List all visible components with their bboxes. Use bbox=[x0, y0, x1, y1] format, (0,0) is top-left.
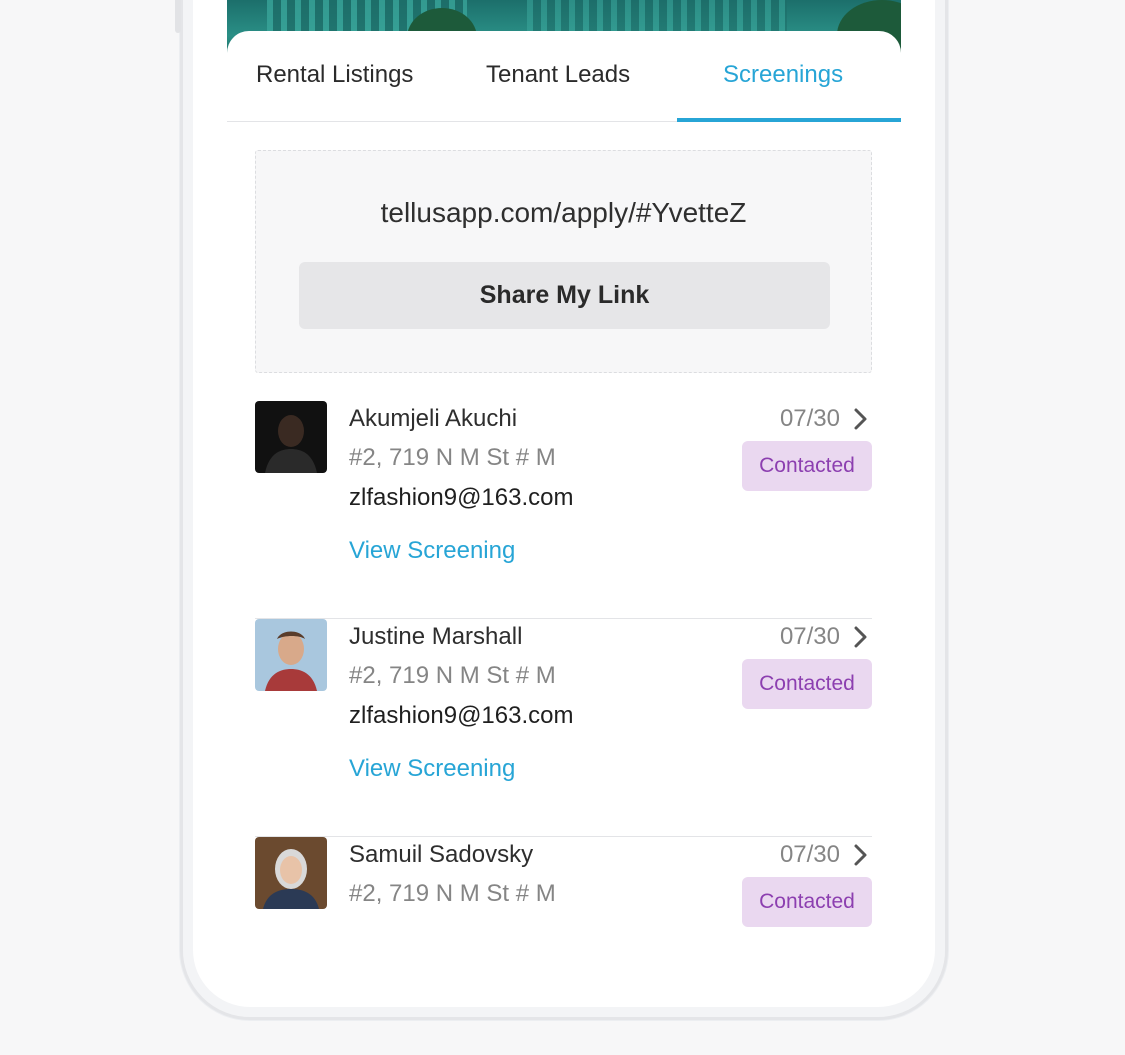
applicant-address: #2, 719 N M St # M bbox=[349, 662, 556, 689]
applicant-address: #2, 719 N M St # M bbox=[349, 444, 556, 471]
phone-side-button bbox=[175, 0, 181, 33]
view-screening-link[interactable]: View Screening bbox=[349, 755, 515, 783]
screenings-card: Rental Listings Tenant Leads Screenings … bbox=[227, 31, 901, 931]
screening-date: 07/30 bbox=[779, 623, 840, 650]
status-badge: Contacted bbox=[742, 659, 872, 709]
share-link-button[interactable]: Share My Link bbox=[299, 262, 830, 329]
screening-date: 07/30 bbox=[779, 841, 840, 868]
tab-rental-listings[interactable]: Rental Listings bbox=[256, 61, 413, 89]
applicant-name: Samuil Sadovsky bbox=[349, 841, 534, 868]
avatar bbox=[255, 401, 327, 473]
applicant-email: zlfashion9@163.com bbox=[349, 484, 574, 511]
status-badge: Contacted bbox=[742, 877, 872, 927]
list-item[interactable]: Samuil Sadovsky #2, 719 N M St # M 07/30… bbox=[255, 837, 872, 1055]
applicant-name: Akumjeli Akuchi bbox=[349, 405, 518, 432]
view-screening-link[interactable]: View Screening bbox=[349, 537, 515, 565]
application-link[interactable]: tellusapp.com/apply/#YvetteZ bbox=[256, 197, 871, 229]
chevron-right-icon[interactable] bbox=[850, 843, 870, 867]
screening-date: 07/30 bbox=[779, 405, 840, 432]
tab-bar: Rental Listings Tenant Leads Screenings bbox=[227, 31, 901, 122]
tab-screenings[interactable]: Screenings bbox=[723, 61, 843, 89]
applicant-address: #2, 719 N M St # M bbox=[349, 880, 556, 907]
avatar bbox=[255, 837, 327, 909]
tab-tenant-leads[interactable]: Tenant Leads bbox=[486, 61, 630, 89]
avatar bbox=[255, 619, 327, 691]
active-tab-indicator bbox=[677, 118, 901, 122]
chevron-right-icon[interactable] bbox=[850, 407, 870, 431]
chevron-right-icon[interactable] bbox=[850, 625, 870, 649]
list-item[interactable]: Justine Marshall #2, 719 N M St # M zlfa… bbox=[255, 619, 872, 837]
share-link-box: tellusapp.com/apply/#YvetteZ Share My Li… bbox=[255, 150, 872, 373]
status-badge: Contacted bbox=[742, 441, 872, 491]
applicant-email: zlfashion9@163.com bbox=[349, 702, 574, 729]
screenings-list: Akumjeli Akuchi #2, 719 N M St # M zlfas… bbox=[255, 401, 872, 1055]
applicant-name: Justine Marshall bbox=[349, 623, 523, 650]
list-item[interactable]: Akumjeli Akuchi #2, 719 N M St # M zlfas… bbox=[255, 401, 872, 619]
